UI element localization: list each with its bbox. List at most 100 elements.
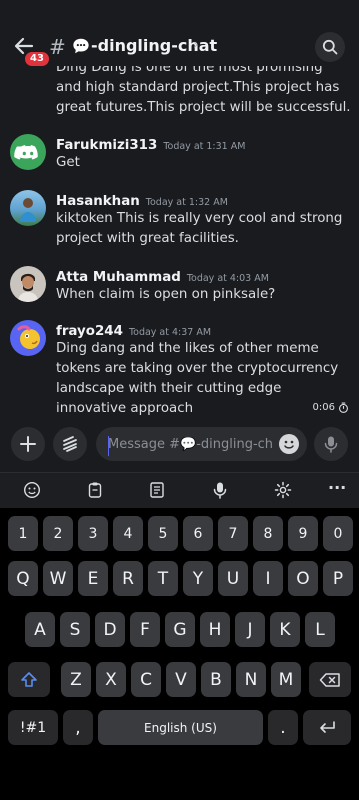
key-4[interactable]: 4 [113, 516, 143, 551]
apps-button[interactable] [53, 427, 87, 461]
key-l[interactable]: L [305, 612, 335, 647]
space-key[interactable]: English (US) [98, 710, 263, 745]
key-j[interactable]: J [235, 612, 265, 647]
key-p[interactable]: P [323, 561, 353, 596]
message-composer [0, 420, 359, 472]
key-d[interactable]: D [95, 612, 125, 647]
speech-bubble-icon [73, 38, 89, 54]
key-q[interactable]: Q [8, 561, 38, 596]
unread-badge: 43 [23, 50, 51, 68]
apps-icon [63, 436, 77, 452]
timestamp: Today at 4:37 AM [128, 327, 212, 338]
key-9[interactable]: 9 [288, 516, 318, 551]
keyboard-toolbar: ··· [0, 472, 359, 508]
key-v[interactable]: V [166, 662, 196, 697]
period-key[interactable]: . [268, 710, 298, 745]
avatar[interactable] [10, 190, 46, 226]
emoji-button[interactable] [279, 434, 299, 454]
more-icon[interactable]: ··· [328, 478, 348, 498]
key-6[interactable]: 6 [183, 516, 213, 551]
chevron-right-icon[interactable]: › [193, 37, 199, 53]
enter-key[interactable] [303, 710, 351, 745]
person-photo-icon [20, 198, 36, 222]
key-k[interactable]: K [270, 612, 300, 647]
stopwatch-icon [339, 402, 348, 413]
key-x[interactable]: X [96, 662, 126, 697]
message-text: Ding dang and the likes of other meme to… [56, 341, 339, 416]
search-button[interactable] [315, 32, 345, 62]
comma-key[interactable]: , [63, 710, 93, 745]
emoji-icon [23, 481, 41, 499]
key-8[interactable]: 8 [253, 516, 283, 551]
add-attachment-button[interactable] [11, 427, 45, 461]
key-y[interactable]: Y [183, 561, 213, 596]
key-u[interactable]: U [218, 561, 248, 596]
text-cursor [108, 436, 109, 456]
text-format-button[interactable] [148, 481, 168, 501]
hash-icon: # [49, 35, 66, 59]
key-f[interactable]: F [130, 612, 160, 647]
message-input[interactable] [108, 435, 273, 453]
key-3[interactable]: 3 [78, 516, 108, 551]
timestamp: Today at 1:32 AM [145, 197, 228, 208]
key-r[interactable]: R [113, 561, 143, 596]
search-icon [322, 39, 338, 55]
message-list[interactable]: Ding Dang is one of the most promising a… [0, 66, 359, 420]
key-g[interactable]: G [165, 612, 195, 647]
text-format-icon [150, 482, 164, 498]
clipboard-button[interactable] [86, 481, 106, 501]
key-e[interactable]: E [78, 561, 108, 596]
microphone-icon [324, 436, 338, 453]
key-i[interactable]: I [253, 561, 283, 596]
key-t[interactable]: T [148, 561, 178, 596]
gear-icon [274, 481, 292, 499]
key-2[interactable]: 2 [43, 516, 73, 551]
username[interactable]: Farukmizi313 [56, 138, 157, 153]
username[interactable]: frayo244 [56, 324, 123, 339]
emoji-icon [284, 440, 294, 449]
avatar[interactable] [10, 266, 46, 302]
backspace-icon [319, 672, 340, 687]
key-0[interactable]: 0 [323, 516, 353, 551]
enter-arrow-icon [320, 720, 335, 733]
username[interactable]: Hasankhan [56, 194, 140, 209]
on-screen-keyboard: 1 2 3 4 5 6 7 8 9 0 Q W E R T Y U I O P … [0, 508, 359, 800]
symbols-key[interactable]: !#1 [8, 710, 58, 745]
key-b[interactable]: B [201, 662, 231, 697]
message-text: Get [56, 155, 80, 170]
keyboard-emoji-button[interactable] [23, 481, 43, 501]
key-1[interactable]: 1 [8, 516, 38, 551]
key-c[interactable]: C [131, 662, 161, 697]
discord-logo-icon [14, 145, 38, 160]
voice-message-button[interactable] [314, 427, 348, 461]
channel-header: 43 # -dingling-chat › [0, 0, 359, 68]
key-7[interactable]: 7 [218, 516, 248, 551]
timer-indicator: 0:06 [313, 402, 349, 413]
key-s[interactable]: S [60, 612, 90, 647]
key-n[interactable]: N [236, 662, 266, 697]
key-z[interactable]: Z [61, 662, 91, 697]
shift-key[interactable] [8, 662, 50, 697]
backspace-key[interactable] [309, 662, 351, 697]
plus-icon [20, 436, 36, 452]
message-text: kiktoken This is really very cool and st… [56, 211, 343, 246]
keyboard-voice-button[interactable] [211, 481, 231, 501]
username[interactable]: Atta Muhammad [56, 270, 181, 285]
message-text: When claim is open on pinksale? [56, 287, 276, 302]
keyboard-settings-button[interactable] [274, 481, 294, 501]
key-w[interactable]: W [43, 561, 73, 596]
previous-message-text: Ding Dang is one of the most promising a… [56, 66, 351, 115]
timestamp: Today at 1:31 AM [163, 141, 246, 152]
key-5[interactable]: 5 [148, 516, 178, 551]
clipboard-icon [88, 482, 102, 498]
key-m[interactable]: M [271, 662, 301, 697]
avatar[interactable] [10, 134, 46, 170]
person-photo-icon [18, 273, 38, 302]
message-input-container[interactable] [96, 427, 307, 461]
key-h[interactable]: H [200, 612, 230, 647]
avatar[interactable] [10, 320, 46, 356]
microphone-icon [213, 482, 227, 499]
shift-arrow-icon [21, 671, 37, 687]
key-o[interactable]: O [288, 561, 318, 596]
key-a[interactable]: A [25, 612, 55, 647]
